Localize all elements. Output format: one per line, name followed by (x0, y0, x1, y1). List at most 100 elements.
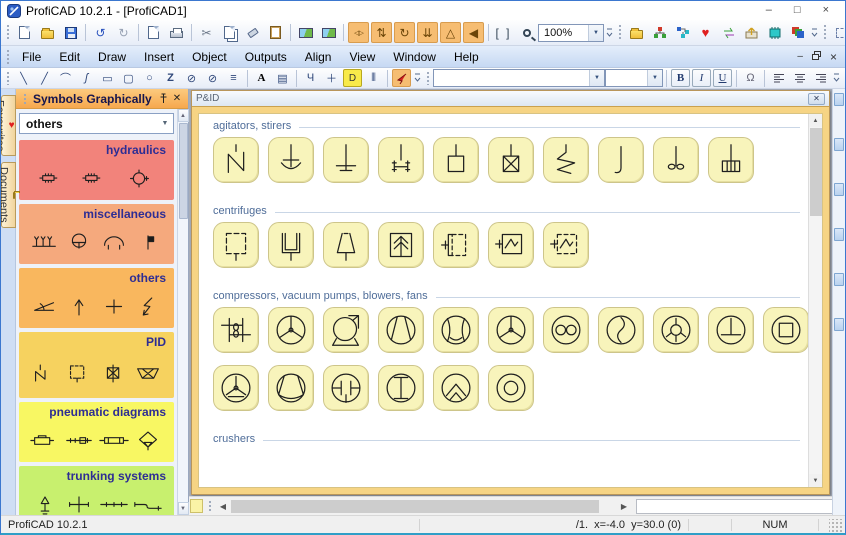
arc-tool-button[interactable]: ⌒ (56, 69, 75, 87)
new-file-button[interactable] (14, 22, 35, 43)
menu-edit[interactable]: Edit (50, 48, 89, 66)
rotate-right-button[interactable]: ↻ (394, 22, 415, 43)
symbol-tile-compressor-chevron[interactable] (433, 365, 479, 411)
symbol-crossed-box-mini[interactable] (98, 363, 130, 384)
underline-button[interactable]: U (713, 69, 732, 87)
panel-scroll-thumb[interactable] (178, 123, 188, 219)
scroll-right-icon[interactable]: ▶ (616, 499, 632, 514)
flip-vertical-button[interactable]: ⇅ (371, 22, 392, 43)
junction-tool-button[interactable]: ＋ (322, 69, 341, 87)
chevron-down-icon[interactable]: ▼ (647, 70, 662, 86)
document-scrollbar[interactable]: ▲ ▼ (808, 114, 822, 487)
menu-object[interactable]: Object (183, 48, 236, 66)
layers-button[interactable] (787, 22, 808, 43)
symbol-tile-centrifuge-dashed[interactable] (213, 222, 259, 268)
toolbar-grip[interactable] (426, 71, 430, 85)
rounded-rectangle-tool-button[interactable]: ▢ (119, 69, 138, 87)
transfer-arrows-button[interactable] (718, 22, 739, 43)
symbol-earth-electrode[interactable] (63, 232, 95, 253)
symbol-tile-compressor-tees[interactable] (323, 365, 369, 411)
ic-pins-button[interactable]: ⦀ (364, 69, 383, 87)
insert-image-button[interactable] (318, 22, 339, 43)
scroll-up-icon[interactable]: ▲ (177, 109, 189, 122)
scroll-up-icon[interactable]: ▲ (808, 114, 822, 127)
menu-help[interactable]: Help (445, 48, 488, 66)
format-brush-button[interactable] (242, 22, 263, 43)
pin-icon[interactable] (156, 93, 170, 104)
toolbar-overflow-button[interactable] (831, 68, 842, 88)
font-size-combobox[interactable]: ▼ (605, 69, 663, 87)
symbol-hydraulic-unit[interactable] (81, 168, 113, 189)
minimize-button[interactable]: – (766, 5, 772, 16)
symbol-tile-liquid-ring-pump[interactable] (653, 307, 699, 353)
symbol-ticked-line-mini[interactable] (98, 494, 130, 515)
menubar-grip[interactable] (6, 49, 10, 64)
symbol-dome[interactable] (98, 232, 130, 253)
symbol-hydraulic-unit[interactable] (38, 168, 70, 189)
symbol-tile-centrifuge-horizontal-dashed[interactable] (433, 222, 479, 268)
menu-view[interactable]: View (340, 48, 384, 66)
secondary-scroll-track[interactable] (636, 498, 832, 514)
group-select-button[interactable] (831, 22, 845, 43)
symbol-tile-roots-blower[interactable] (543, 307, 589, 353)
symbol-tile-centrifuge-zigzag[interactable] (488, 222, 534, 268)
mdi-restore-button[interactable] (811, 50, 821, 63)
rotate-left-button[interactable]: ◀ (463, 22, 484, 43)
symbol-tile-agitator-hook[interactable] (598, 137, 644, 183)
document-close-button[interactable]: ✕ (808, 92, 825, 105)
polygon-tool-button[interactable]: Z (161, 69, 180, 87)
panel-close-icon[interactable]: ✕ (170, 93, 184, 104)
export-image-button[interactable] (295, 22, 316, 43)
text-align-center-button[interactable] (790, 69, 809, 87)
rectangle-tool-button[interactable]: ▭ (98, 69, 117, 87)
panel-scrollbar[interactable]: ▲ ▼ (177, 109, 189, 515)
symbol-hydraulic-pump[interactable] (123, 168, 155, 189)
pointer-tool-button[interactable] (392, 69, 411, 87)
scroll-left-icon[interactable]: ◀ (215, 499, 231, 514)
toolbar-overflow-button[interactable] (809, 23, 820, 43)
zoom-combobox[interactable]: 100% ▼ (538, 23, 604, 42)
save-button[interactable] (60, 22, 81, 43)
menu-align[interactable]: Align (296, 48, 341, 66)
network-nodes-button[interactable] (672, 22, 693, 43)
symbol-tile-compressor-square[interactable] (763, 307, 809, 353)
toolbar-grip[interactable] (823, 23, 827, 42)
text-align-right-button[interactable] (811, 69, 830, 87)
flip-horizontal-button[interactable]: ◁▷ (348, 22, 369, 43)
export-symbol-button[interactable] (741, 22, 762, 43)
symbol-cylinder-mini[interactable] (29, 430, 61, 451)
symbol-tile-compressor-tee[interactable] (708, 307, 754, 353)
symbol-tile-agitator-anchor[interactable] (268, 137, 314, 183)
text-align-left-button[interactable] (769, 69, 788, 87)
bezier-tool-button[interactable]: ʃ (77, 69, 96, 87)
lines-tool-button[interactable]: ≡ (224, 69, 243, 87)
undo-button[interactable]: ↺ (90, 22, 111, 43)
chevron-down-icon[interactable]: ▼ (588, 24, 603, 41)
paste-button[interactable] (265, 22, 286, 43)
cut-button[interactable]: ✂ (196, 22, 217, 43)
library-folder-button[interactable] (626, 22, 647, 43)
symbol-dashed-box-mini[interactable] (63, 363, 95, 384)
text-block-button[interactable]: ▤ (273, 69, 292, 87)
scrollbar-grip[interactable] (208, 500, 212, 512)
bold-button[interactable]: B (671, 69, 690, 87)
tab-documents[interactable]: Documents (1, 162, 20, 228)
symbol-valve-mini[interactable] (63, 430, 95, 451)
symbol-tile-compressor-trapezoid[interactable] (378, 307, 424, 353)
symbol-agitator-mini[interactable] (29, 363, 61, 384)
symbol-cross[interactable] (98, 296, 130, 317)
symbol-tile-centrifuge-open[interactable] (268, 222, 314, 268)
menu-file[interactable]: File (13, 48, 50, 66)
toolbar-overflow-button[interactable] (604, 23, 615, 43)
symbol-tile-compressor-trapezoid-wide[interactable] (268, 365, 314, 411)
favourites-button[interactable]: ♥ (695, 22, 716, 43)
symbol-tile-fan-propeller-2[interactable] (488, 307, 534, 353)
chevron-down-icon[interactable]: ▼ (589, 70, 604, 86)
polyline-tool-button[interactable]: ╱ (35, 69, 54, 87)
redo-button[interactable]: ↻ (113, 22, 134, 43)
select-area-button[interactable]: [ ] (493, 22, 514, 43)
label-tag-button[interactable]: D (343, 69, 362, 87)
symbol-tile-agitator-flat-blade[interactable] (323, 137, 369, 183)
print-button[interactable] (166, 22, 187, 43)
italic-button[interactable]: I (692, 69, 711, 87)
